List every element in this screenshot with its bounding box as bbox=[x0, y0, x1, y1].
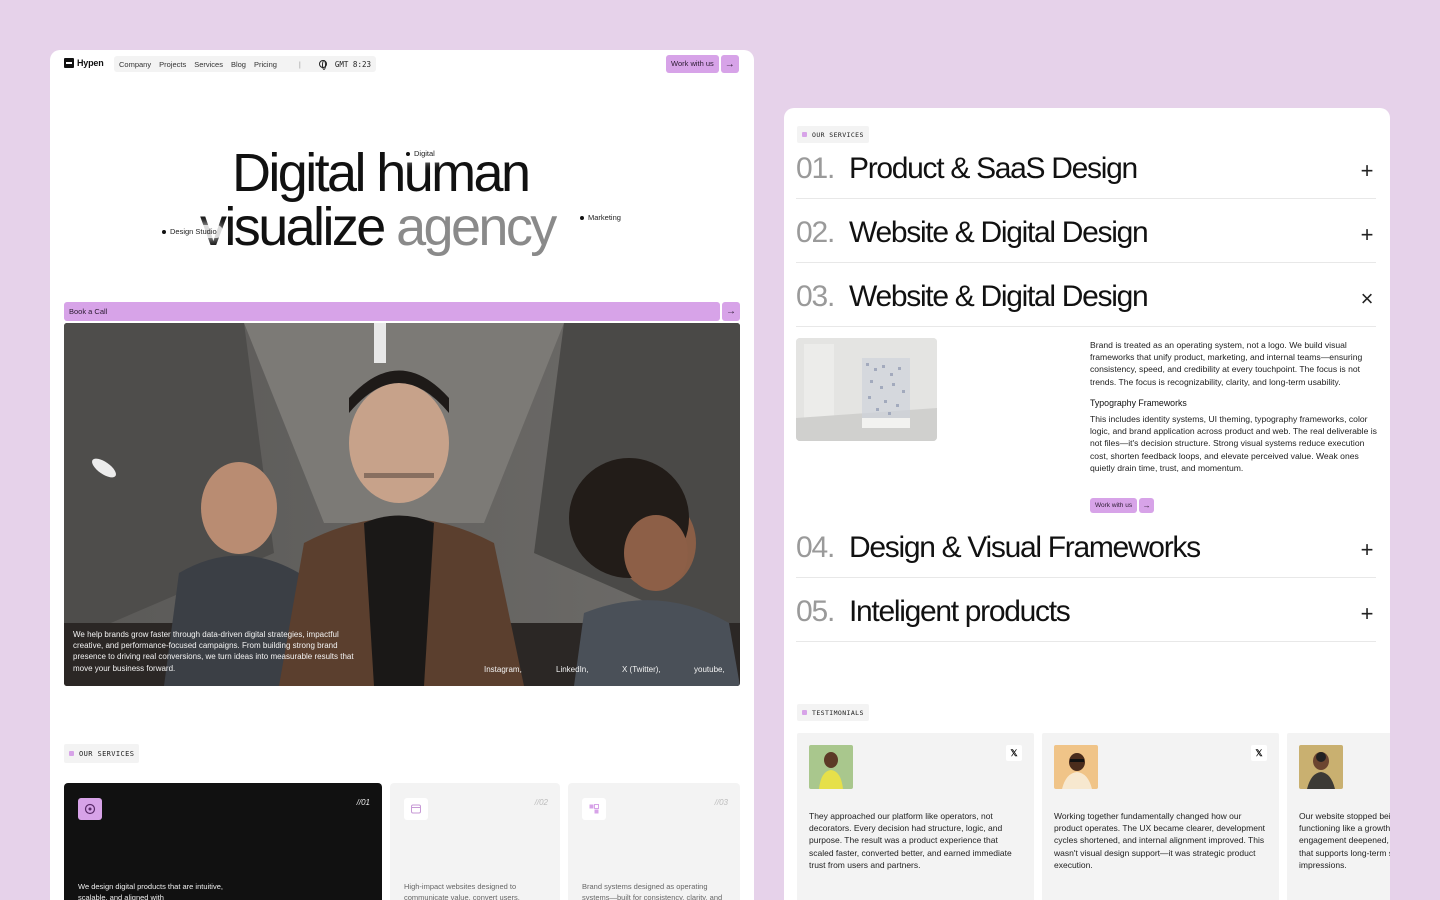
service-card-number: //01 bbox=[356, 798, 370, 807]
dot-icon bbox=[162, 229, 166, 234]
testimonial-quote: Working together fundamentally changed h… bbox=[1054, 811, 1266, 870]
sculpture-illustration bbox=[796, 338, 937, 441]
arrow-right-icon[interactable]: → bbox=[720, 55, 739, 73]
testimonial-quote: They approached our platform like operat… bbox=[809, 811, 1012, 870]
accordion-index: 03. bbox=[796, 280, 835, 313]
services-page-preview: OUR SERVICES 01. Product & SaaS Design +… bbox=[784, 108, 1390, 900]
accordion-item[interactable]: 01. Product & SaaS Design + bbox=[796, 135, 1376, 199]
nav-link-company[interactable]: Company bbox=[119, 60, 151, 69]
service-card-number: //02 bbox=[534, 798, 548, 807]
tag-label: Design Studio bbox=[170, 227, 217, 236]
globe-icon bbox=[318, 60, 327, 70]
square-icon bbox=[802, 710, 807, 715]
hero-heading-line-1: Digital human bbox=[232, 143, 531, 203]
logo[interactable]: Hypen bbox=[64, 58, 104, 68]
chip-label: TESTIMONIALS bbox=[812, 708, 864, 717]
social-link-instagram[interactable]: Instagram, bbox=[484, 665, 522, 674]
service-card-desc: Brand systems designed as operating syst… bbox=[582, 882, 723, 900]
section-chip-services: OUR SERVICES bbox=[64, 744, 140, 763]
social-link-x[interactable]: X (Twitter), bbox=[622, 665, 661, 674]
x-logo-icon[interactable]: 𝕏 bbox=[1006, 745, 1022, 761]
avatar bbox=[809, 745, 853, 789]
accordion-index: 02. bbox=[796, 216, 835, 249]
service-card-desc: High-impact websites designed to communi… bbox=[404, 882, 520, 900]
plus-icon[interactable]: + bbox=[1358, 539, 1376, 561]
service-subheading: Typography Frameworks bbox=[1090, 397, 1187, 408]
avatar bbox=[1054, 745, 1098, 789]
accordion-title: Product & SaaS Design bbox=[849, 152, 1138, 185]
avatar bbox=[1299, 745, 1343, 789]
window-icon bbox=[404, 798, 428, 820]
work-with-us-button[interactable]: Work with us bbox=[1090, 498, 1138, 513]
nav-link-services[interactable]: Services bbox=[194, 60, 223, 69]
service-body: Brand is treated as an operating system,… bbox=[1090, 340, 1363, 387]
dot-icon bbox=[580, 215, 584, 220]
service-description: Brand is treated as an operating system,… bbox=[1090, 339, 1378, 474]
accordion-index: 04. bbox=[796, 531, 835, 564]
plus-icon[interactable]: + bbox=[1358, 224, 1376, 246]
tag-label: Digital bbox=[414, 149, 435, 158]
book-a-call-button[interactable]: Book a Call bbox=[64, 302, 720, 321]
service-card[interactable]: //01 We design digital products that are… bbox=[64, 783, 382, 900]
social-link-linkedin[interactable]: LinkedIn, bbox=[556, 665, 588, 674]
nav-link-projects[interactable]: Projects bbox=[159, 60, 186, 69]
accordion-item[interactable]: 02. Website & Digital Design + bbox=[796, 199, 1376, 263]
accordion-title: Inteligent products bbox=[849, 595, 1071, 628]
accordion-title: Design & Visual Frameworks bbox=[849, 531, 1201, 564]
service-image bbox=[796, 338, 937, 441]
work-with-us-button[interactable]: Work with us bbox=[666, 55, 719, 73]
x-logo-icon[interactable]: 𝕏 bbox=[1251, 745, 1267, 761]
plus-icon[interactable]: + bbox=[1358, 160, 1376, 182]
nav-links: Company Projects Services Blog Pricing |… bbox=[114, 56, 376, 72]
plus-icon[interactable]: + bbox=[1358, 603, 1376, 625]
service-card-desc: We design digital products that are intu… bbox=[78, 882, 223, 900]
top-nav: Hypen Company Projects Services Blog Pri… bbox=[50, 50, 754, 78]
service-card[interactable]: //03 Brand systems designed as operating… bbox=[568, 783, 740, 900]
floating-tag-digital: Digital bbox=[402, 147, 441, 160]
floating-tag-marketing: Marketing bbox=[576, 211, 627, 224]
logo-icon bbox=[64, 58, 74, 68]
nav-cta: Work with us → bbox=[666, 55, 739, 73]
accordion-index: 01. bbox=[796, 152, 835, 185]
accordion-item[interactable]: 04. Design & Visual Frameworks + bbox=[796, 514, 1376, 578]
testimonial-card: Our website stopped being a brochure and… bbox=[1287, 733, 1390, 900]
testimonial-card: 𝕏 Working together fundamentally changed… bbox=[1042, 733, 1279, 900]
grid-icon bbox=[582, 798, 606, 820]
tag-label: Marketing bbox=[588, 213, 621, 222]
dot-icon bbox=[406, 151, 410, 156]
testimonial-quote: Our website stopped being a brochure and… bbox=[1299, 811, 1390, 870]
nav-link-pricing[interactable]: Pricing bbox=[254, 60, 277, 69]
section-chip-testimonials: TESTIMONIALS bbox=[797, 704, 869, 721]
brand-name: Hypen bbox=[77, 58, 104, 68]
accordion-item[interactable]: 05. Inteligent products + bbox=[796, 578, 1376, 642]
hero-word-visualize: visualize bbox=[200, 197, 386, 257]
service-card-number: //03 bbox=[714, 798, 728, 807]
social-link-youtube[interactable]: youtube, bbox=[694, 665, 725, 674]
arrow-right-icon[interactable]: → bbox=[1139, 498, 1155, 513]
arrow-right-icon[interactable]: → bbox=[722, 302, 740, 321]
accordion-item-expanded[interactable]: 03. Website & Digital Design × bbox=[796, 263, 1376, 327]
design-icon bbox=[78, 798, 102, 820]
nav-link-blog[interactable]: Blog bbox=[231, 60, 246, 69]
clock-readout: GMT 8:23 bbox=[334, 59, 371, 69]
floating-tag-design-studio: Design Studio bbox=[158, 225, 223, 238]
homepage-preview: Hypen Company Projects Services Blog Pri… bbox=[50, 50, 754, 900]
hero-heading-line-2: visualize agency bbox=[200, 196, 557, 258]
testimonial-card: 𝕏 They approached our platform like oper… bbox=[797, 733, 1034, 900]
hero-video[interactable]: We help brands grow faster through data-… bbox=[64, 323, 740, 686]
service-body-2: This includes identity systems, UI themi… bbox=[1090, 414, 1377, 473]
accordion-title: Website & Digital Design bbox=[849, 216, 1149, 249]
chip-label: OUR SERVICES bbox=[79, 749, 135, 758]
accordion-title: Website & Digital Design bbox=[849, 280, 1149, 313]
hero-word-agency: agency bbox=[396, 197, 557, 257]
service-card[interactable]: //02 High-impact websites designed to co… bbox=[390, 783, 560, 900]
accordion-index: 05. bbox=[796, 595, 835, 628]
close-icon[interactable]: × bbox=[1358, 288, 1376, 310]
square-icon bbox=[69, 751, 74, 756]
nav-separator: | bbox=[298, 59, 301, 69]
service-cta: Work with us → bbox=[1090, 498, 1155, 513]
hero-caption: We help brands grow faster through data-… bbox=[73, 630, 354, 673]
